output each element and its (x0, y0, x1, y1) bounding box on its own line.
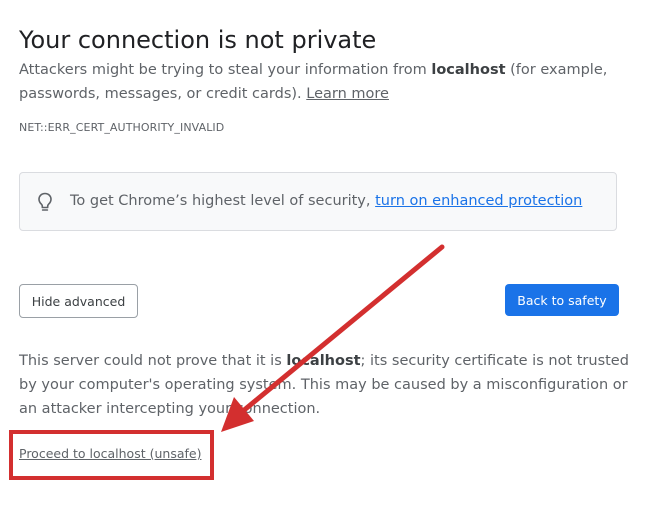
details-host: localhost (286, 353, 361, 369)
enhanced-protection-promo: To get Chrome’s highest level of securit… (19, 172, 617, 231)
page-title: Your connection is not private (19, 26, 377, 55)
learn-more-link[interactable]: Learn more (306, 86, 389, 102)
promo-text: To get Chrome’s highest level of securit… (70, 193, 582, 209)
lightbulb-icon (38, 192, 52, 211)
promo-text-prefix: To get Chrome’s highest level of securit… (70, 193, 376, 209)
back-to-safety-button[interactable]: Back to safety (505, 284, 619, 316)
enhanced-protection-link[interactable]: turn on enhanced protection (375, 193, 582, 209)
proceed-unsafe-link[interactable]: Proceed to localhost (unsafe) (19, 446, 201, 461)
hide-advanced-button[interactable]: Hide advanced (19, 284, 138, 318)
intro-text-prefix: Attackers might be trying to steal your … (19, 62, 432, 78)
details-text-prefix: This server could not prove that it is (19, 353, 287, 369)
advanced-details-paragraph: This server could not prove that it is l… (19, 349, 629, 421)
error-code: NET::ERR_CERT_AUTHORITY_INVALID (19, 121, 225, 134)
intro-host: localhost (431, 62, 506, 78)
intro-paragraph: Attackers might be trying to steal your … (19, 58, 619, 106)
